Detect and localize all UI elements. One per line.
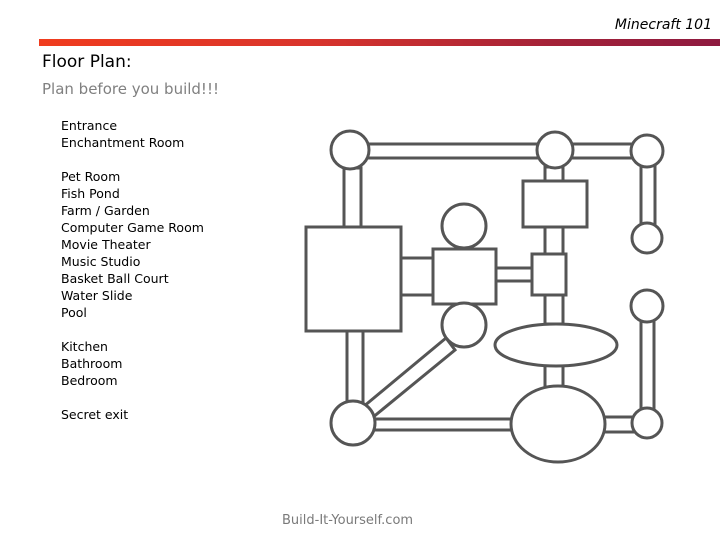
- corridor-left-lower: [345, 328, 365, 407]
- corridor-rect-link: [398, 256, 436, 297]
- corridor-bottom: [370, 417, 516, 432]
- room-circle-top-right: [629, 133, 665, 169]
- corridor-mid-lower: [543, 292, 565, 326]
- room-circle-top-middle: [535, 130, 575, 170]
- room-circle-right-3: [629, 288, 665, 324]
- room-circle-bottom-right: [630, 406, 664, 440]
- room-top-rect: [521, 179, 589, 229]
- room-large-rect: [304, 225, 403, 333]
- corridor-right-lower: [639, 318, 656, 412]
- room-ellipse-bottom: [509, 384, 607, 464]
- room-circle-right-2: [630, 221, 664, 255]
- footer-credit: Build-It-Yourself.com: [282, 513, 414, 528]
- room-center-rect: [431, 247, 498, 306]
- corridor-right-link: [493, 266, 535, 283]
- corridor-right-upper: [639, 163, 657, 227]
- corridor-top: [366, 142, 540, 160]
- corridor-top-right: [570, 142, 636, 160]
- corridor-mid-bottom: [543, 363, 565, 389]
- corridor-left-upper: [342, 166, 363, 230]
- room-small-rect: [530, 252, 568, 297]
- corridor-diagonal: [360, 335, 458, 421]
- room-circle-bottom-left: [329, 399, 377, 447]
- room-circle-center-bottom: [440, 301, 488, 349]
- floor-plan-diagram: [304, 129, 665, 464]
- room-circle-center-top: [440, 202, 488, 250]
- corridor-mid-middle: [543, 224, 565, 257]
- room-circle-top-left: [329, 129, 371, 171]
- room-ellipse-middle: [493, 322, 619, 368]
